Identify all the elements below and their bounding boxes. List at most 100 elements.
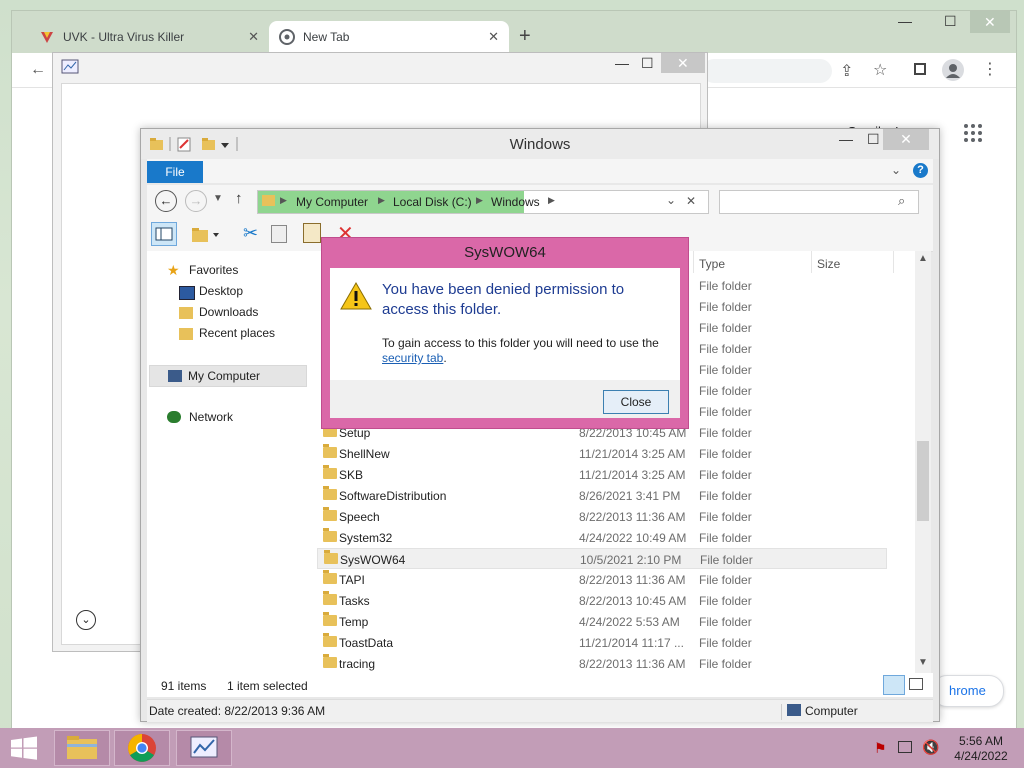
nav-favorites[interactable]: Favorites bbox=[189, 263, 238, 277]
folder-icon bbox=[323, 612, 337, 626]
maximize-button[interactable]: ☐ bbox=[641, 55, 654, 72]
nav-my-computer[interactable]: My Computer bbox=[188, 369, 260, 383]
table-row[interactable]: Speech 8/22/2013 11:36 AM File folder bbox=[317, 506, 887, 527]
date-modified: 8/26/2021 3:41 PM bbox=[579, 489, 681, 503]
date-modified: 4/24/2022 10:49 AM bbox=[579, 531, 687, 545]
profile-avatar[interactable] bbox=[942, 59, 964, 81]
table-row[interactable]: tracing 8/22/2013 11:36 AM File folder bbox=[317, 653, 887, 674]
nav-recent-places[interactable]: Recent places bbox=[199, 326, 275, 340]
nav-desktop[interactable]: Desktop bbox=[199, 284, 243, 298]
bookmark-star-icon[interactable]: ☆ bbox=[873, 60, 887, 80]
volume-muted-icon[interactable]: 🔇 bbox=[922, 739, 939, 756]
close-window-button[interactable]: ✕ bbox=[883, 129, 929, 150]
folder-icon bbox=[324, 550, 338, 564]
new-folder-icon[interactable] bbox=[191, 225, 221, 246]
minimize-button[interactable]: — bbox=[615, 55, 629, 71]
minimize-button[interactable]: — bbox=[839, 131, 853, 147]
downloads-icon bbox=[179, 307, 193, 319]
tab-uvk[interactable]: UVK - Ultra Virus Killer ✕ bbox=[29, 21, 269, 53]
date-modified: 8/22/2013 11:36 AM bbox=[579, 657, 686, 671]
table-row[interactable]: SoftwareDistribution 8/26/2021 3:41 PM Fil… bbox=[317, 485, 887, 506]
breadcrumb-windows[interactable]: Windows bbox=[491, 195, 540, 209]
file-tab[interactable]: File bbox=[147, 161, 203, 183]
taskbar-app-button[interactable] bbox=[176, 730, 232, 766]
chevron-down-icon[interactable]: ⌄ bbox=[891, 163, 901, 177]
column-size[interactable]: Size bbox=[817, 257, 840, 271]
maximize-button[interactable]: ☐ bbox=[944, 13, 957, 30]
windows-start-icon[interactable] bbox=[10, 736, 38, 763]
close-icon[interactable]: ✕ bbox=[488, 29, 499, 45]
table-row[interactable]: ShellNew 11/21/2014 3:25 AM File folder bbox=[317, 443, 887, 464]
taskbar-explorer-button[interactable] bbox=[54, 730, 110, 766]
close-window-button[interactable]: ✕ bbox=[661, 53, 705, 73]
close-window-button[interactable]: ✕ bbox=[970, 11, 1010, 33]
vertical-scrollbar[interactable]: ▲ ▼ bbox=[915, 251, 931, 673]
permission-dialog: SysWOW64 You have been denied permission… bbox=[321, 237, 689, 429]
apps-grid-icon[interactable] bbox=[963, 123, 983, 146]
table-row[interactable]: Tasks 8/22/2013 10:45 AM File folder bbox=[317, 590, 887, 611]
minimize-button[interactable]: — bbox=[898, 13, 912, 29]
side-panel-icon[interactable] bbox=[914, 63, 926, 75]
chevron-down-icon[interactable]: ⌄ bbox=[666, 193, 676, 207]
paste-icon[interactable] bbox=[303, 223, 321, 243]
scroll-down-icon[interactable]: ▼ bbox=[918, 657, 928, 668]
customize-chrome-button[interactable]: hrome bbox=[932, 675, 1004, 707]
dialog-content: To gain access to this folder you will n… bbox=[382, 336, 672, 366]
close-icon[interactable]: ✕ bbox=[248, 29, 259, 45]
address-bar[interactable]: ▶ My Computer ▶ Local Disk (C:) ▶ Window… bbox=[257, 190, 709, 214]
details-view-icon[interactable] bbox=[883, 675, 905, 695]
large-icons-view-icon[interactable] bbox=[909, 678, 923, 690]
file-name: TAPI bbox=[339, 573, 365, 587]
table-row[interactable]: System32 4/24/2022 10:49 AM File folder bbox=[317, 527, 887, 548]
help-icon[interactable]: ? bbox=[913, 163, 928, 178]
cut-icon[interactable]: ✂ bbox=[243, 223, 258, 244]
recent-locations-icon[interactable]: ▼ bbox=[213, 193, 223, 204]
back-icon[interactable]: ← bbox=[30, 61, 46, 79]
copy-icon[interactable] bbox=[271, 225, 287, 243]
nav-downloads[interactable]: Downloads bbox=[199, 305, 258, 319]
preview-pane-button[interactable] bbox=[151, 222, 177, 246]
date-modified: 11/21/2014 3:25 AM bbox=[579, 468, 686, 482]
close-button[interactable]: Close bbox=[603, 390, 669, 414]
file-name: Speech bbox=[339, 510, 380, 524]
table-row[interactable]: SysWOW64 10/5/2021 2:10 PM File folder bbox=[317, 548, 887, 569]
file-type: File folder bbox=[699, 636, 752, 650]
desktop-icon bbox=[179, 286, 195, 300]
back-button[interactable]: ← bbox=[155, 190, 177, 212]
forward-button[interactable]: → bbox=[185, 190, 207, 212]
dialog-content-suffix: . bbox=[443, 351, 447, 365]
network-tray-icon[interactable] bbox=[898, 741, 912, 753]
scroll-thumb[interactable] bbox=[917, 441, 929, 521]
breadcrumb-my-computer[interactable]: My Computer bbox=[296, 195, 368, 209]
table-row[interactable]: Temp 4/24/2022 5:53 AM File folder bbox=[317, 611, 887, 632]
scroll-up-icon[interactable]: ▲ bbox=[918, 253, 928, 264]
more-menu-icon[interactable]: ⋮ bbox=[982, 59, 998, 79]
type-cell: File folder bbox=[699, 384, 752, 398]
share-icon[interactable]: ⇪ bbox=[840, 61, 853, 81]
omnibox-end[interactable] bbox=[702, 59, 832, 83]
table-row[interactable]: TAPI 8/22/2013 11:36 AM File folder bbox=[317, 569, 887, 590]
computer-icon bbox=[168, 370, 182, 382]
clear-icon[interactable]: ✕ bbox=[686, 194, 696, 208]
ribbon-tabs: File ⌄ ? bbox=[147, 159, 933, 183]
folder-icon bbox=[323, 591, 337, 605]
breadcrumb-local-disk[interactable]: Local Disk (C:) bbox=[393, 195, 472, 209]
taskbar-chrome-button[interactable] bbox=[114, 730, 170, 766]
maximize-button[interactable]: ☐ bbox=[867, 131, 880, 148]
new-tab-button[interactable]: + bbox=[519, 25, 531, 48]
nav-network[interactable]: Network bbox=[189, 410, 233, 424]
table-row[interactable]: SKB 11/21/2014 3:25 AM File folder bbox=[317, 464, 887, 485]
table-row[interactable]: ToastData 11/21/2014 11:17 ... File folder bbox=[317, 632, 887, 653]
chevron-down-icon[interactable]: ⌄ bbox=[76, 610, 96, 630]
tray-clock[interactable]: 5:56 AM 4/24/2022 bbox=[948, 734, 1014, 764]
security-tab-link[interactable]: security tab bbox=[382, 351, 443, 365]
nav-my-computer-row[interactable]: My Computer bbox=[149, 365, 307, 387]
search-input[interactable]: ⌕ bbox=[719, 190, 919, 214]
up-icon[interactable]: ↑ bbox=[235, 190, 243, 207]
item-count: 91 items bbox=[161, 679, 207, 693]
dialog-content-text: To gain access to this folder you will n… bbox=[382, 336, 659, 350]
file-type: File folder bbox=[699, 531, 752, 545]
tab-new-tab[interactable]: New Tab ✕ bbox=[269, 21, 509, 53]
action-center-flag-icon[interactable]: ⚑ bbox=[874, 740, 887, 757]
column-type[interactable]: Type bbox=[699, 257, 725, 271]
